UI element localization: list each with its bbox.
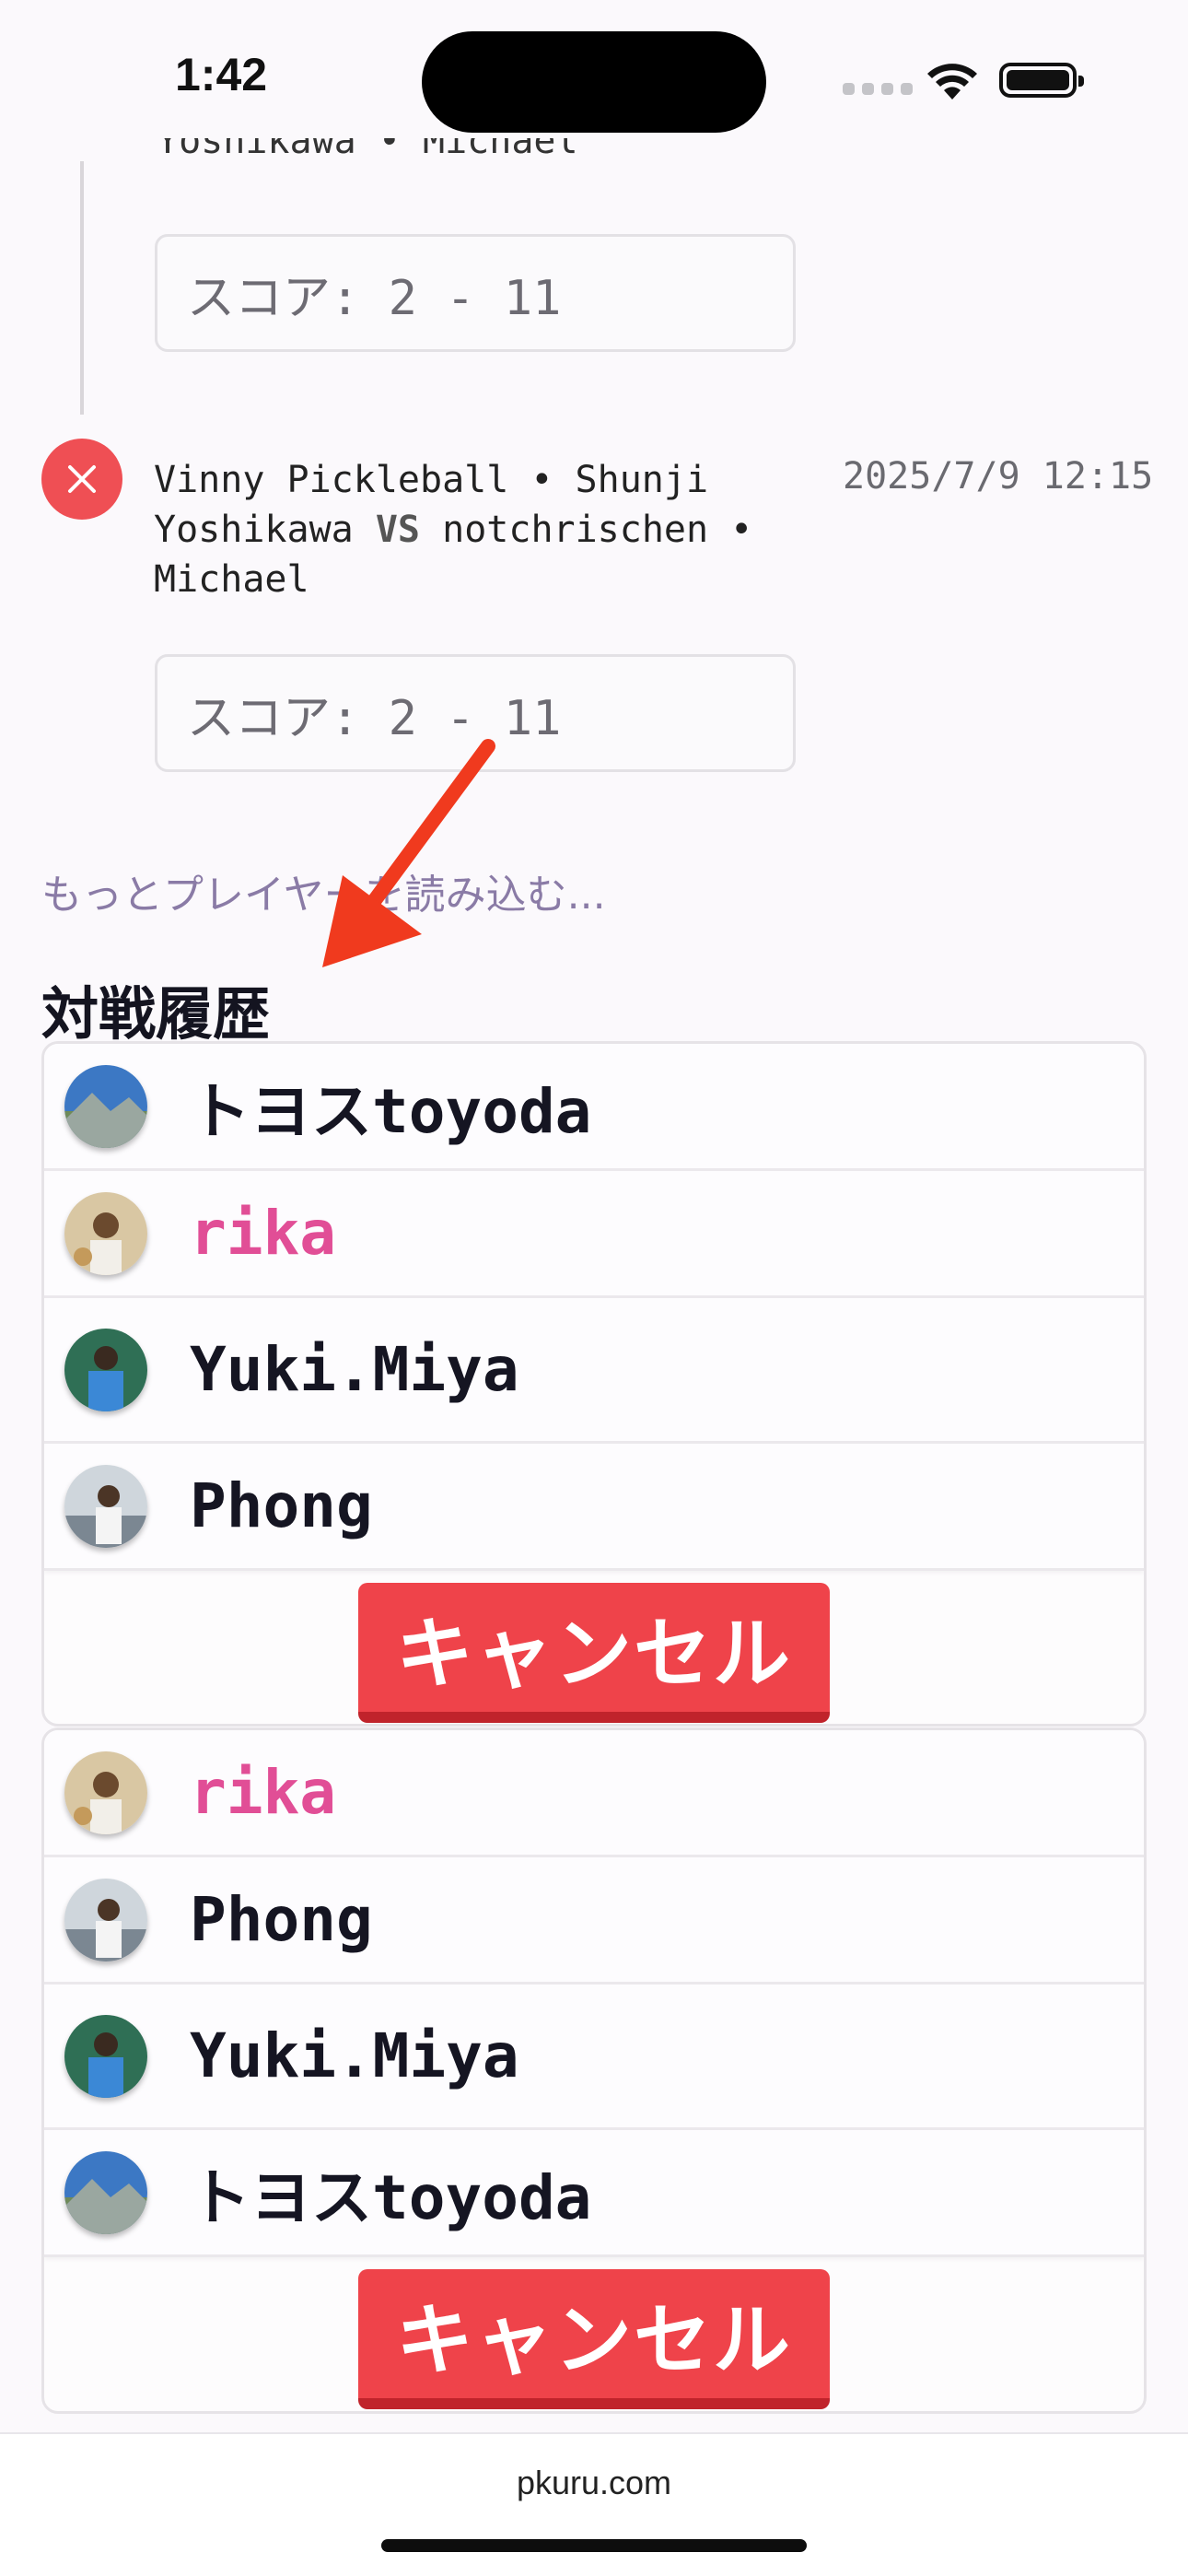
match-players: Vinny Pickleball • Shunji Yoshikawa VS n…	[154, 455, 780, 604]
player-row[interactable]: トヨスtoyoda	[44, 1044, 1144, 1171]
avatar	[64, 1191, 147, 1275]
url-label[interactable]: pkuru.com	[0, 2464, 1188, 2502]
player-name: rika	[190, 1198, 336, 1269]
player-row[interactable]: Phong	[44, 1444, 1144, 1571]
cancel-button[interactable]: キャンセル	[358, 1583, 830, 1723]
clipped-match-players: Yoshikawa • Michael	[157, 138, 578, 162]
player-row[interactable]: rika	[44, 1730, 1144, 1857]
match-card: rika Phong Yuki.Miya トヨスtoyoda キャンセル	[41, 1727, 1147, 2414]
avatar	[64, 2150, 147, 2234]
score-text: スコア: 2 - 11	[187, 270, 562, 326]
player-row[interactable]: rika	[44, 1171, 1144, 1298]
avatar	[64, 1878, 147, 1961]
player-name: rika	[190, 1757, 336, 1828]
match-card: トヨスtoyoda rika Yuki.Miya Phong キャンセル	[41, 1041, 1147, 1727]
avatar	[64, 1751, 147, 1834]
browser-bottom-bar	[0, 2434, 1188, 2576]
annotation-arrow-icon	[322, 739, 495, 967]
score-display: スコア: 2 - 11	[155, 234, 796, 352]
status-time: 1:42	[175, 49, 268, 100]
player-row[interactable]: Yuki.Miya	[44, 1985, 1144, 2130]
avatar	[64, 1328, 147, 1411]
vs-label: VS	[375, 509, 421, 551]
section-title-match-history: 対戦履歴	[41, 980, 271, 1048]
avatar	[64, 1464, 147, 1548]
player-name: トヨスtoyoda	[190, 1075, 592, 1147]
player-name: Yuki.Miya	[190, 1334, 519, 1405]
player-name: Yuki.Miya	[190, 2020, 519, 2091]
avatar	[64, 2014, 147, 2098]
player-name: トヨスtoyoda	[190, 2161, 592, 2233]
player-name: Phong	[190, 1470, 373, 1541]
timeline-line	[80, 161, 84, 415]
battery-icon	[999, 63, 1084, 98]
match-date: 2025/7/9 12:15	[843, 455, 1154, 498]
home-indicator[interactable]	[381, 2539, 807, 2552]
cellular-signal-icon	[843, 83, 913, 95]
cancel-button[interactable]: キャンセル	[358, 2269, 830, 2409]
delete-match-button[interactable]	[41, 439, 122, 520]
divider	[0, 2432, 1188, 2434]
player-row[interactable]: トヨスtoyoda	[44, 2130, 1144, 2257]
dynamic-island	[422, 31, 766, 133]
player-row[interactable]: Yuki.Miya	[44, 1298, 1144, 1444]
close-icon	[68, 465, 96, 493]
wifi-icon	[924, 57, 981, 107]
player-name: Phong	[190, 1884, 373, 1955]
player-row[interactable]: Phong	[44, 1857, 1144, 1985]
avatar	[64, 1064, 147, 1148]
